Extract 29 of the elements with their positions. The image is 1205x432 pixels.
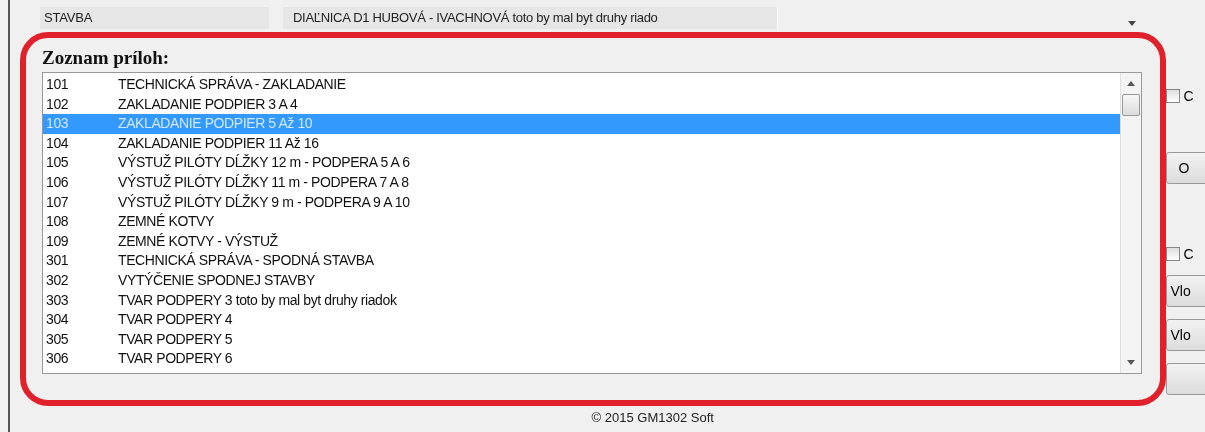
list-item[interactable]: 105 VÝSTUŽ PILÓTY DĹŽKY 12 m - PODPERA 5 A 6: [43, 153, 1120, 173]
checkbox-label: C: [1183, 246, 1194, 262]
button[interactable]: Vlo: [1165, 275, 1205, 307]
section-title: Zoznam príloh:: [42, 46, 171, 70]
scrollbar[interactable]: [1119, 73, 1141, 373]
list-item[interactable]: 104 ZAKLADANIE PODPIER 11 Až 16: [43, 133, 1120, 154]
scroll-down-icon[interactable]: [1126, 360, 1135, 365]
field-label: STAVBA: [40, 7, 269, 29]
copyright-text: © 2015 GM1302 Soft: [590, 410, 715, 425]
list-item[interactable]: 303 TVAR PODPERY 3 toto by mal byt druhy riadok: [43, 290, 1120, 311]
scroll-up-icon[interactable]: [1126, 81, 1135, 86]
list-item[interactable]: 306 TVAR PODPERY 6: [43, 349, 1120, 369]
list-item[interactable]: 102 ZAKLADANIE PODPIER 3 A 4: [43, 94, 1120, 115]
combo-field[interactable]: DIAĽNICA D1 HUBOVÁ - IVACHNOVÁ toto by mal byt druhy riado: [283, 7, 778, 29]
list-item[interactable]: 302 VYTÝČENIE SPODNEJ STAVBY: [43, 270, 1120, 291]
list-item[interactable]: 107 VÝSTUŽ PILÓTY DĹŽKY 9 m - PODPERA 9 A 10: [43, 192, 1120, 213]
list-item[interactable]: 106 VÝSTUŽ PILÓTY DĹŽKY 11 m - PODPERA 7 A 8: [43, 172, 1120, 193]
button[interactable]: Vlo: [1165, 319, 1205, 351]
list-item[interactable]: 301 TECHNICKÁ SPRÁVA - SPODNÁ STAVBA: [43, 251, 1120, 271]
scroll-thumb[interactable]: [1121, 94, 1140, 116]
caret-icon[interactable]: [1128, 20, 1136, 26]
attachment-list[interactable]: [42, 72, 1142, 374]
button[interactable]: O: [1165, 152, 1205, 184]
list-item[interactable]: 304 TVAR PODPERY 4: [43, 310, 1120, 330]
list-item[interactable]: 101 TECHNICKÁ SPRÁVA - ZAKLADANIE: [43, 75, 1120, 95]
list-item[interactable]: 108 ZEMNÉ KOTVY: [43, 212, 1120, 232]
list-item[interactable]: 109 ZEMNÉ KOTVY - VÝSTUŽ: [43, 231, 1120, 252]
list-item[interactable]: 305 TVAR PODPERY 5: [43, 329, 1120, 350]
checkbox-label: C: [1183, 88, 1194, 104]
